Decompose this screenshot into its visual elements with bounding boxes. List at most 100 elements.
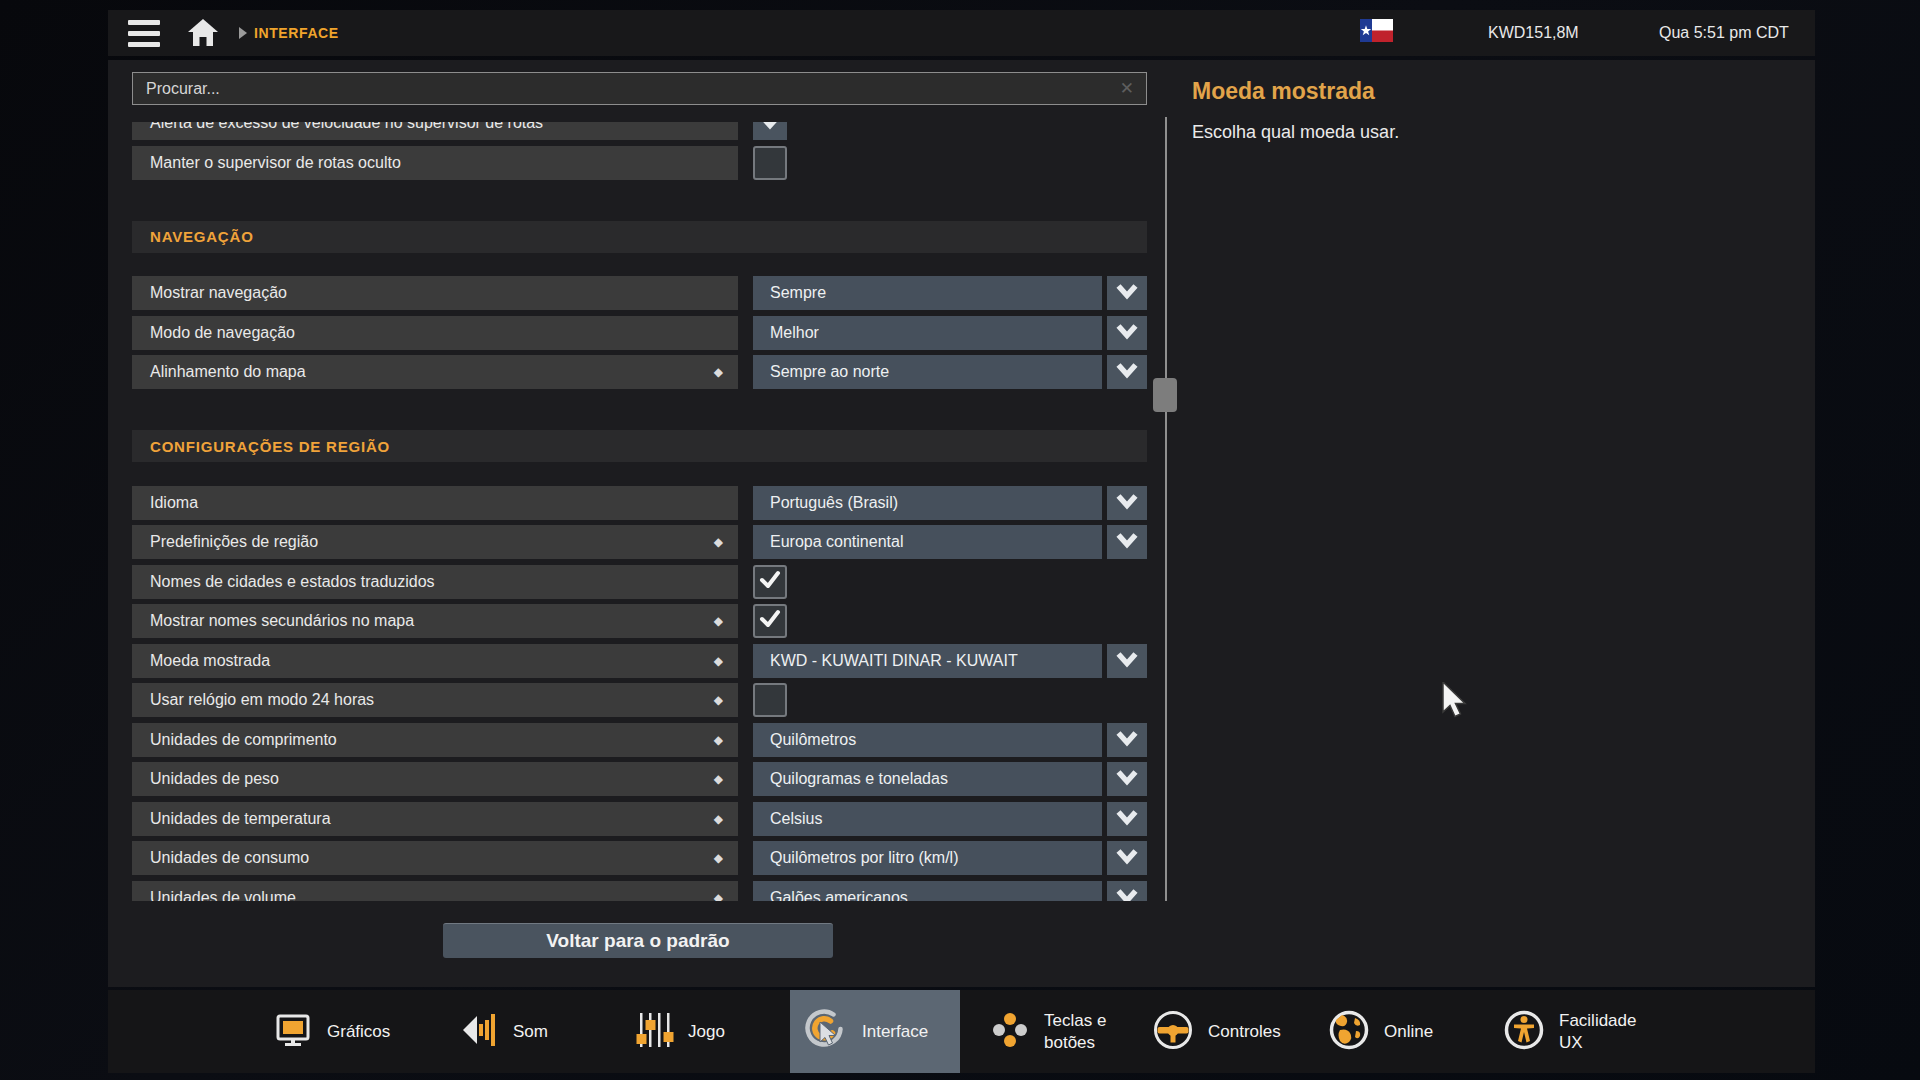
dropdown-chevron-button[interactable] (1107, 276, 1147, 310)
setting-help-description: Escolha qual moeda usar. (1192, 122, 1399, 143)
setting-label-bar[interactable]: Alerta de excesso de velocidade no super… (132, 122, 738, 140)
setting-label: Mostrar nomes secundários no mapa (150, 612, 714, 630)
reset-to-default-button[interactable]: Voltar para o padrão (443, 923, 833, 958)
setting-dropdown[interactable]: Melhor (753, 316, 1102, 350)
modified-diamond-icon: ◆ (714, 851, 723, 865)
tab-label: Gráficos (327, 1021, 390, 1042)
steering-wheel-icon (1152, 1009, 1194, 1055)
setting-label-bar[interactable]: Alinhamento do mapa◆ (132, 355, 738, 389)
dropdown-value: Celsius (770, 810, 822, 828)
setting-row: Usar relógio em modo 24 horas◆ (132, 683, 1147, 717)
setting-checkbox[interactable] (753, 683, 787, 717)
chevron-down-icon (753, 122, 787, 142)
setting-dropdown[interactable]: Quilogramas e toneladas (753, 762, 1102, 796)
setting-label-bar[interactable]: Moeda mostrada◆ (132, 644, 738, 678)
setting-label-bar[interactable]: Predefinições de região◆ (132, 525, 738, 559)
tab-som[interactable]: Som (459, 990, 548, 1073)
chevron-down-icon (1107, 484, 1147, 522)
dropdown-chevron-button[interactable] (1107, 881, 1147, 902)
setting-label-bar[interactable]: Unidades de consumo◆ (132, 841, 738, 875)
buttons-dots-icon (990, 1010, 1030, 1054)
setting-row: Predefinições de região◆ Europa continent… (132, 525, 1147, 559)
setting-label: Idioma (150, 494, 723, 512)
check-icon (755, 565, 785, 599)
dropdown-chevron-button[interactable] (1107, 355, 1147, 389)
setting-checkbox[interactable] (753, 146, 787, 180)
setting-dropdown[interactable]: Sempre ao norte (753, 355, 1102, 389)
setting-dropdown[interactable]: Galões americanos (753, 881, 1102, 902)
tab-interface[interactable]: Interface (790, 990, 960, 1073)
dropdown-chevron-button[interactable] (1107, 762, 1147, 796)
search-clear-icon[interactable]: ✕ (1120, 78, 1134, 99)
tab-label: Jogo (688, 1021, 725, 1042)
section-header-label: NAVEGAÇÃO (150, 228, 254, 245)
setting-label-bar[interactable]: Usar relógio em modo 24 horas◆ (132, 683, 738, 717)
setting-row: Manter o supervisor de rotas oculto (132, 146, 1147, 180)
tab-online[interactable]: Online (1328, 990, 1433, 1073)
menu-icon[interactable] (128, 20, 160, 47)
tab-gr-ficos[interactable]: Gráficos (273, 990, 390, 1073)
setting-dropdown[interactable]: Quilômetros (753, 723, 1102, 757)
texas-flag-icon (1360, 19, 1393, 42)
dropdown-chevron-button[interactable] (1107, 316, 1147, 350)
setting-label: Unidades de volume (150, 889, 714, 902)
chevron-down-icon (1107, 642, 1147, 680)
home-icon[interactable] (188, 18, 218, 48)
tab-label: Teclas e botões (1044, 1010, 1106, 1053)
setting-dropdown[interactable]: Europa continental (753, 525, 1102, 559)
dropdown-chevron-button[interactable] (1107, 486, 1147, 520)
setting-label-bar[interactable]: Mostrar nomes secundários no mapa◆ (132, 604, 738, 638)
setting-row: Modo de navegação Melhor (132, 316, 1147, 350)
tab-controles[interactable]: Controles (1152, 990, 1281, 1073)
setting-dropdown[interactable]: KWD - KUWAITI DINAR - KUWAIT (753, 644, 1102, 678)
chevron-down-icon (1107, 314, 1147, 352)
setting-dropdown[interactable]: Quilômetros por litro (km/l) (753, 841, 1102, 875)
setting-label-bar[interactable]: Unidades de comprimento◆ (132, 723, 738, 757)
dropdown-chevron-button[interactable] (1107, 644, 1147, 678)
tab-jogo[interactable]: Jogo (634, 990, 725, 1073)
search-input[interactable]: Procurar... ✕ (132, 72, 1147, 105)
dropdown-chevron-button[interactable] (1107, 802, 1147, 836)
tab-teclas-e-bot-es[interactable]: Teclas e botões (990, 990, 1106, 1073)
setting-row: Idioma Português (Brasil) (132, 486, 1147, 520)
dropdown-value: KWD - KUWAITI DINAR - KUWAIT (770, 652, 1018, 670)
setting-label-bar[interactable]: Modo de navegação (132, 316, 738, 350)
setting-label-bar[interactable]: Unidades de temperatura◆ (132, 802, 738, 836)
setting-label-bar[interactable]: Idioma (132, 486, 738, 520)
setting-row: Mostrar navegação Sempre (132, 276, 1147, 310)
chevron-down-icon (1107, 523, 1147, 561)
setting-dropdown[interactable]: Sempre (753, 276, 1102, 310)
setting-label: Nomes de cidades e estados traduzidos (150, 573, 723, 591)
setting-checkbox[interactable] (753, 604, 787, 638)
scrollbar-handle[interactable] (1153, 378, 1177, 412)
setting-label-bar[interactable]: Manter o supervisor de rotas oculto (132, 146, 738, 180)
modified-diamond-icon: ◆ (714, 614, 723, 628)
setting-checkbox[interactable] (753, 565, 787, 599)
breadcrumb-arrow-icon (239, 27, 247, 39)
setting-dropdown[interactable]: Português (Brasil) (753, 486, 1102, 520)
setting-dropdown[interactable]: Celsius (753, 802, 1102, 836)
settings-panel: Procurar... ✕ Alerta de excesso de veloc… (108, 60, 1815, 987)
accessibility-icon (1503, 1009, 1545, 1055)
setting-label-bar[interactable]: Mostrar navegação (132, 276, 738, 310)
chevron-down-icon (1107, 721, 1147, 759)
tab-label: Controles (1208, 1021, 1281, 1042)
dropdown-value: Sempre (770, 284, 826, 302)
money-display: KWD151,8M (1488, 24, 1579, 42)
dropdown-chevron-button[interactable] (1107, 723, 1147, 757)
tab-facilidade-ux[interactable]: Facilidade UX (1503, 990, 1637, 1073)
setting-label-bar[interactable]: Unidades de volume◆ (132, 881, 738, 902)
dropdown-chevron-button[interactable] (753, 122, 787, 140)
setting-label-bar[interactable]: Nomes de cidades e estados traduzidos (132, 565, 738, 599)
setting-row: Alerta de excesso de velocidade no super… (132, 122, 1147, 140)
setting-label: Alerta de excesso de velocidade no super… (150, 122, 723, 132)
scrollbar-track[interactable] (1165, 117, 1167, 901)
dropdown-chevron-button[interactable] (1107, 841, 1147, 875)
tab-label: Som (513, 1021, 548, 1042)
modified-diamond-icon: ◆ (714, 891, 723, 902)
setting-label-bar[interactable]: Unidades de peso◆ (132, 762, 738, 796)
tab-label: Interface (862, 1021, 928, 1042)
dropdown-chevron-button[interactable] (1107, 525, 1147, 559)
modified-diamond-icon: ◆ (714, 812, 723, 826)
check-icon (755, 604, 785, 638)
